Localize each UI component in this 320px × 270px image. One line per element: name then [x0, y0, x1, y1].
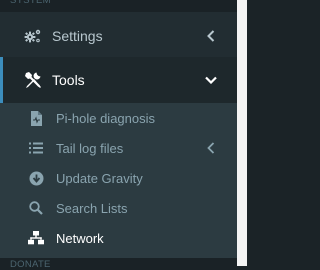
wrench-screwdriver-icon [24, 71, 42, 89]
section-header-system: SYSTEM [0, 0, 237, 12]
submenu-item-network[interactable]: Network [0, 223, 237, 253]
sidebar-item-tools[interactable]: Tools [0, 57, 237, 103]
submenu-item-label: Pi-hole diagnosis [56, 110, 156, 126]
search-icon [28, 200, 44, 216]
sidebar-item-settings[interactable]: Settings [0, 13, 237, 59]
section-header-donate: DONATE [0, 258, 237, 270]
file-medical-icon [28, 110, 44, 126]
submenu-item-label: Network [56, 230, 104, 246]
sidebar-item-label: Settings [52, 28, 103, 44]
arrow-circle-down-icon [28, 170, 44, 186]
submenu-item-label: Update Gravity [56, 170, 143, 186]
page-background-edge [237, 0, 247, 266]
submenu-item-update-gravity[interactable]: Update Gravity [0, 163, 237, 193]
submenu-item-tail-log-files[interactable]: Tail log files [0, 133, 237, 163]
submenu-item-label: Search Lists [56, 200, 128, 216]
chevron-down-icon [205, 74, 217, 86]
chevron-left-icon [205, 142, 217, 154]
list-icon [28, 140, 44, 156]
network-icon [28, 230, 44, 246]
submenu-item-label: Tail log files [56, 140, 124, 156]
chevron-left-icon [205, 30, 217, 42]
tools-submenu: Pi-hole diagnosis Tail log files Update … [0, 103, 237, 258]
submenu-item-pihole-diagnosis[interactable]: Pi-hole diagnosis [0, 103, 237, 133]
sidebar-item-label: Tools [52, 72, 85, 88]
cogs-icon [24, 27, 42, 45]
submenu-item-search-lists[interactable]: Search Lists [0, 193, 237, 223]
sidebar: SYSTEM Settings Tools Pi-hole diagnosis … [0, 0, 237, 270]
